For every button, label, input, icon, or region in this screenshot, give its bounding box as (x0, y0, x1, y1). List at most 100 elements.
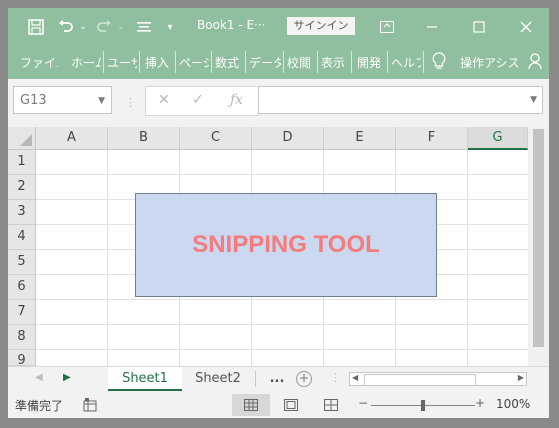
prev-sheet-icon[interactable]: ◀ (35, 372, 43, 383)
column-header-b[interactable]: B (108, 127, 180, 150)
name-box[interactable]: G13 ▼ (13, 86, 112, 114)
customize-qat-icon[interactable]: ▾ (164, 17, 176, 37)
scroll-left-icon[interactable]: ◀ (352, 373, 358, 382)
tab-page-layout[interactable]: ページ (179, 54, 209, 71)
formula-input[interactable]: ▼ (258, 86, 543, 114)
zoom-level[interactable]: 100% (496, 397, 530, 411)
ribbon-tabs: ファイル ホーム ユーザー 挿入 ページ 数式 データ 校閲 表示 開発 ヘルプ… (8, 45, 549, 79)
tab-help[interactable]: ヘルプ (391, 54, 421, 71)
page-layout-icon (284, 399, 298, 411)
redo-icon[interactable] (94, 17, 114, 37)
horizontal-scroll-thumb[interactable] (364, 374, 476, 386)
save-icon[interactable] (26, 17, 46, 37)
tab-data[interactable]: データ (249, 54, 281, 71)
page-break-icon (324, 399, 338, 411)
tab-developer[interactable]: 開発 (357, 54, 383, 71)
zoom-slider[interactable] (371, 400, 475, 411)
tell-me-search[interactable]: 操作アシス (460, 54, 520, 71)
tab-separator (283, 51, 284, 73)
tab-separator (317, 51, 318, 73)
tab-view[interactable]: 表示 (321, 54, 347, 71)
chevron-down-icon[interactable]: ▼ (98, 87, 105, 115)
expand-formula-icon[interactable]: ▼ (530, 95, 537, 105)
add-sheet-icon[interactable]: + (296, 371, 312, 387)
vertical-scroll-thumb[interactable] (533, 129, 544, 347)
share-user-icon[interactable] (528, 52, 542, 73)
vertical-scrollbar[interactable] (528, 127, 549, 366)
sheet-tabs-bar: ◀ ▶ Sheet1 Sheet2 ... + ⋮ ◀ ▶ (8, 366, 549, 392)
row-header-4[interactable]: 4 (8, 225, 36, 250)
maximize-icon[interactable] (471, 17, 487, 37)
tab-separator (211, 51, 212, 73)
scroll-right-icon[interactable]: ▶ (518, 373, 524, 382)
tab-separator (423, 51, 424, 73)
tab-home[interactable]: ホーム (71, 54, 101, 71)
drag-handle-icon[interactable]: ⋮ (330, 371, 341, 384)
gridline (36, 324, 528, 325)
row-header-2[interactable]: 2 (8, 175, 36, 200)
grid-view-icon (244, 399, 258, 411)
tab-separator (387, 51, 388, 73)
next-sheet-icon[interactable]: ▶ (63, 372, 71, 383)
zoom-slider-thumb[interactable] (421, 400, 425, 411)
tab-separator (139, 51, 140, 73)
worksheet-grid: A B C D E F G 1 2 3 4 5 6 7 8 9 SNIPPING… (8, 127, 549, 366)
page-layout-view-button[interactable] (272, 394, 310, 416)
insert-function-icon[interactable]: ƒx (230, 92, 243, 108)
row-header-6[interactable]: 6 (8, 275, 36, 300)
tab-file[interactable]: ファイル (20, 54, 58, 71)
column-header-g[interactable]: G (468, 127, 528, 150)
status-ready: 準備完了 (15, 399, 64, 413)
signin-button[interactable]: サインイン (287, 17, 355, 35)
sheet-tab-sheet2[interactable]: Sheet2 (183, 367, 253, 391)
tab-separator (175, 51, 176, 73)
macro-record-icon[interactable] (83, 398, 97, 415)
row-header-8[interactable]: 8 (8, 325, 36, 350)
excel-window: ⌄ ⌄ ▾ Book1 - E··· サインイン ファイル ホーム ユーザー 挿… (8, 8, 549, 418)
select-all-button[interactable] (8, 127, 36, 150)
gridline (467, 150, 468, 366)
horizontal-scrollbar[interactable]: ◀ ▶ (349, 372, 527, 386)
column-header-d[interactable]: D (252, 127, 324, 150)
gridline (36, 299, 528, 300)
column-header-a[interactable]: A (36, 127, 108, 150)
redo-dropdown-icon[interactable]: ⌄ (116, 17, 126, 37)
row-header-5[interactable]: 5 (8, 250, 36, 275)
cancel-icon[interactable]: ✕ (158, 92, 170, 108)
text-shape[interactable]: SNIPPING TOOL (135, 193, 437, 297)
row-header-3[interactable]: 3 (8, 200, 36, 225)
tab-review[interactable]: 校閲 (287, 54, 313, 71)
tab-user[interactable]: ユーザー (107, 54, 137, 71)
column-header-f[interactable]: F (396, 127, 468, 150)
status-bar: 準備完了 − + 100% (8, 392, 549, 418)
row-header-9[interactable]: 9 (8, 350, 36, 366)
ribbon-display-icon[interactable] (379, 17, 395, 37)
undo-icon[interactable] (56, 17, 76, 37)
column-header-e[interactable]: E (324, 127, 396, 150)
sheet-tab-sheet1[interactable]: Sheet1 (108, 367, 182, 391)
shape-text: SNIPPING TOOL (192, 231, 380, 258)
window-title: Book1 - E··· (197, 18, 266, 32)
row-header-1[interactable]: 1 (8, 150, 36, 175)
zoom-out-button[interactable]: − (358, 396, 368, 410)
undo-dropdown-icon[interactable]: ⌄ (78, 17, 88, 37)
tab-insert[interactable]: 挿入 (145, 54, 171, 71)
close-icon[interactable] (518, 17, 534, 37)
normal-view-button[interactable] (232, 394, 270, 416)
lightbulb-icon[interactable] (432, 52, 446, 73)
touch-mode-icon[interactable] (135, 17, 153, 37)
row-header-7[interactable]: 7 (8, 300, 36, 325)
tab-formulas[interactable]: 数式 (215, 54, 241, 71)
gridline (36, 349, 528, 350)
zoom-in-button[interactable]: + (475, 396, 485, 410)
tab-separator (351, 51, 352, 73)
more-sheets-button[interactable]: ... (266, 367, 288, 391)
tab-separator (103, 51, 104, 73)
column-header-c[interactable]: C (180, 127, 252, 150)
gridline (107, 150, 108, 366)
formula-bar: G13 ▼ ⋮ ✕ ✓ ƒx ▼ (8, 79, 549, 127)
enter-check-icon[interactable]: ✓ (192, 92, 204, 108)
drag-handle-icon[interactable]: ⋮ (125, 96, 136, 109)
page-break-view-button[interactable] (312, 394, 350, 416)
minimize-icon[interactable] (424, 17, 440, 37)
